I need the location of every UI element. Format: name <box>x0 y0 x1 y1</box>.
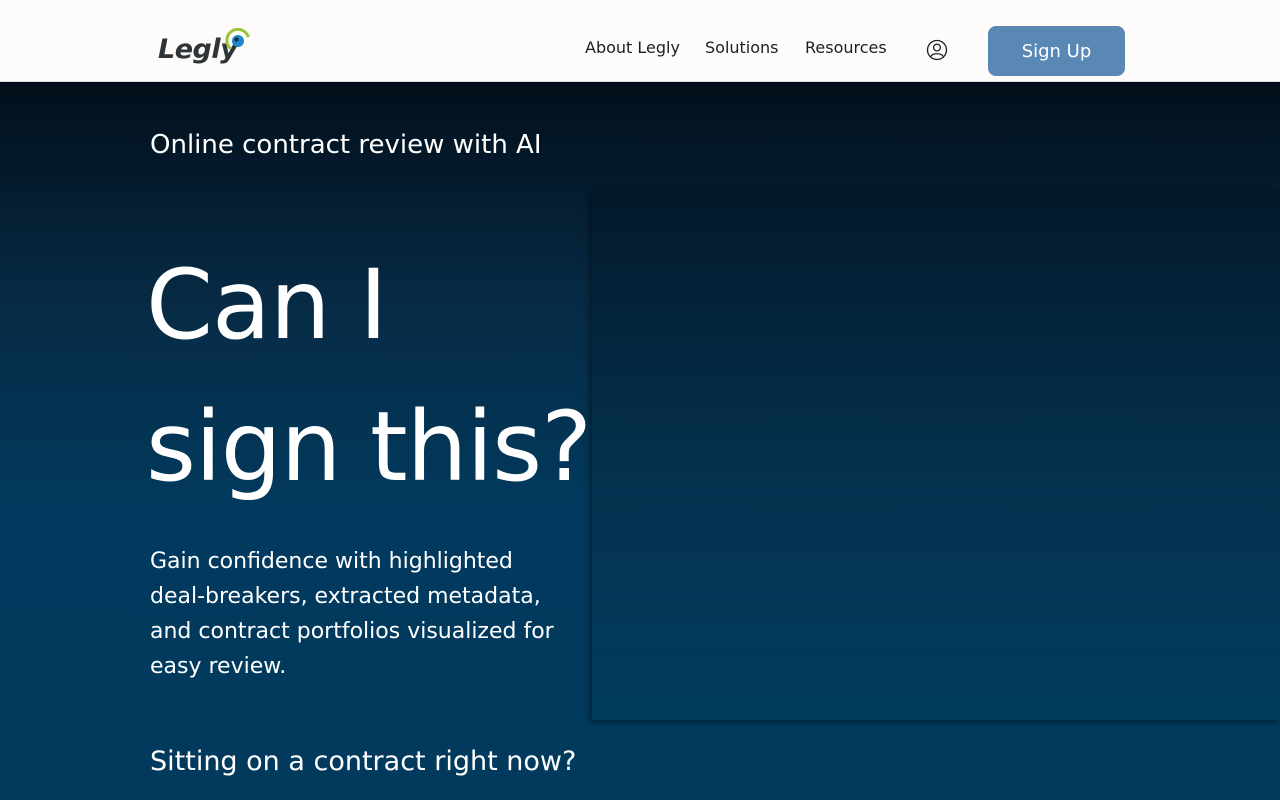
hero-media-panel <box>592 190 1280 720</box>
sign-up-button[interactable]: Sign Up <box>988 26 1125 76</box>
hero-headline: Can I sign this? <box>146 234 606 518</box>
headline-line-1: Can I <box>146 249 388 361</box>
nav-resources[interactable]: Resources <box>805 38 887 57</box>
nav-solutions[interactable]: Solutions <box>705 38 779 57</box>
cta-question: Sitting on a contract right now? <box>150 746 577 777</box>
user-circle-icon[interactable] <box>926 39 948 61</box>
site-header: Legly About Legly Solutions Resources Si… <box>0 0 1280 82</box>
hero-description: Gain confidence with highlighted deal-br… <box>150 549 554 679</box>
legly-logo[interactable]: Legly <box>158 28 258 76</box>
eye-logo-icon <box>225 28 250 50</box>
hero-eyebrow: Online contract review with AI <box>150 130 542 160</box>
nav-about-legly[interactable]: About Legly <box>585 38 680 57</box>
headline-line-2: sign this? <box>146 391 592 503</box>
